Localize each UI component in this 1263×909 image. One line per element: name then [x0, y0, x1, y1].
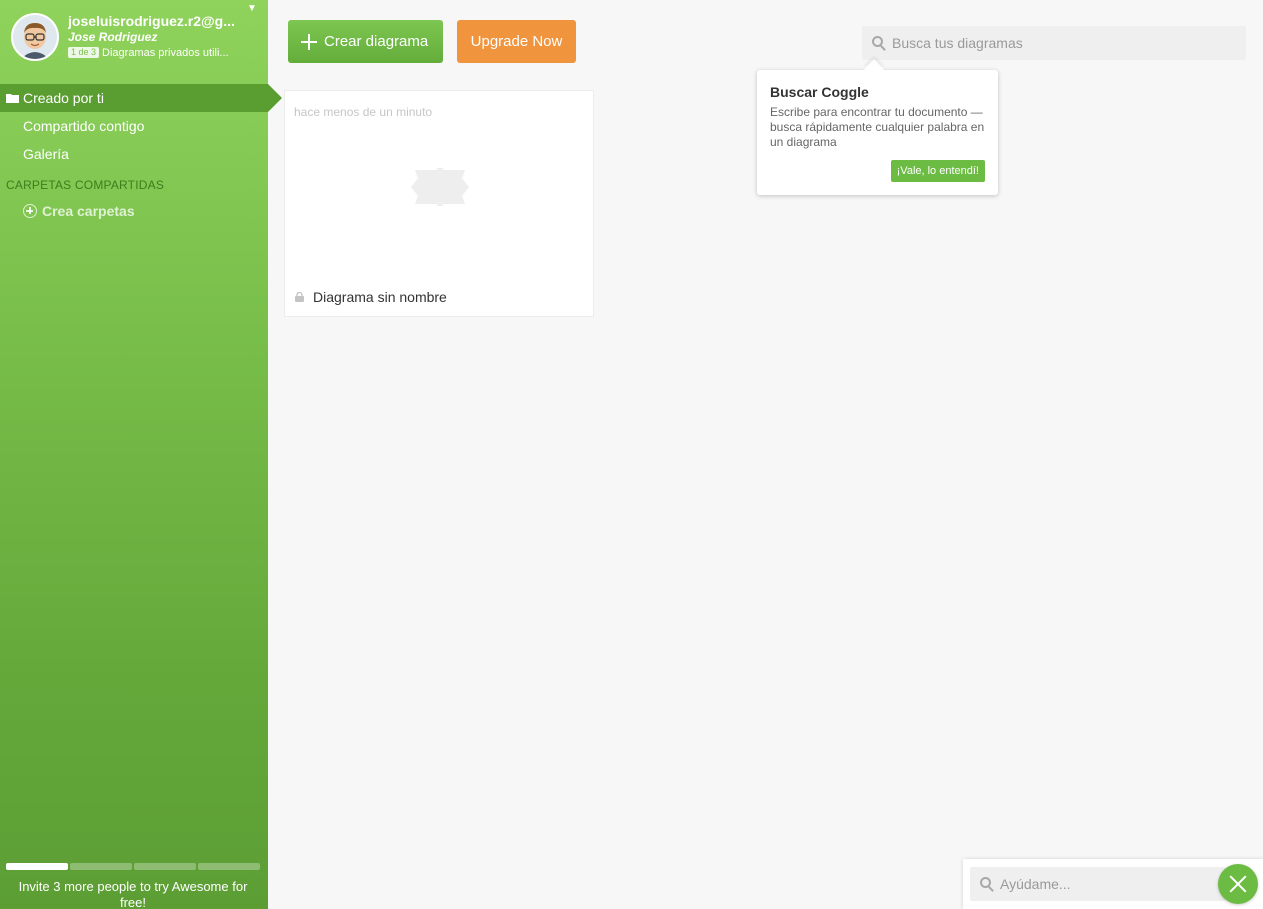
plus-icon [301, 34, 317, 50]
quota-badge: 1 de 3 [68, 47, 100, 58]
create-folders-label: Crea carpetas [42, 203, 135, 219]
help-widget [963, 859, 1263, 909]
nav-item-galeria[interactable]: Galería [0, 140, 268, 168]
tooltip-title: Buscar Coggle [770, 84, 869, 100]
progress-segment [6, 863, 68, 870]
create-diagram-button[interactable]: Crear diagrama [288, 20, 443, 63]
user-email: joseluisrodriguez.r2@g... [68, 13, 235, 29]
avatar-icon [11, 13, 59, 61]
diagram-title: Diagrama sin nombre [313, 289, 447, 305]
tooltip-dismiss-button[interactable]: ¡Vale, lo entendí! [890, 160, 985, 182]
caret-down-icon[interactable]: ▼ [247, 3, 257, 14]
nav-item-label: Compartido contigo [23, 118, 145, 134]
progress-segment [70, 863, 132, 870]
nav-item-compartido-contigo[interactable]: Compartido contigo [0, 112, 268, 140]
close-icon[interactable] [1218, 864, 1258, 904]
quota-text: Diagramas privados utili... [102, 47, 229, 59]
invite-message[interactable]: Invite 3 more people to try Awesome for … [10, 879, 256, 909]
progress-segment [134, 863, 196, 870]
nav-item-label: Creado por ti [23, 90, 104, 106]
sidebar: joseluisrodriguez.r2@g... Jose Rodriguez… [0, 0, 282, 909]
nav-item-creado-por-ti[interactable]: Creado por ti [0, 84, 282, 112]
private-diagrams-quota: 1 de 3 Diagramas privados utili... [68, 47, 248, 59]
search-input[interactable] [892, 26, 1232, 60]
lock-icon [295, 292, 304, 302]
invite-progress-bar [6, 863, 260, 870]
diagram-thumbnail-icon [411, 168, 469, 206]
search-icon [980, 877, 991, 888]
diagram-modified-time: hace menos de un minuto [294, 105, 433, 119]
shared-folders-heading: CARPETAS COMPARTIDAS [6, 178, 165, 192]
user-account-menu[interactable]: joseluisrodriguez.r2@g... Jose Rodriguez… [0, 0, 268, 84]
folder-icon [6, 94, 19, 103]
create-diagram-label: Crear diagrama [324, 33, 429, 50]
plus-circle-icon [23, 204, 37, 218]
search-icon [872, 36, 883, 47]
tooltip-body: Escribe para encontrar tu documento — bu… [770, 105, 985, 149]
progress-segment [198, 863, 260, 870]
help-search-box[interactable] [970, 867, 1226, 901]
upgrade-button[interactable]: Upgrade Now [457, 20, 576, 63]
user-name: Jose Rodriguez [68, 30, 158, 44]
create-folders-button[interactable]: Crea carpetas [23, 203, 135, 219]
diagram-card[interactable]: hace menos de un minuto Diagrama sin nom… [284, 90, 594, 317]
search-tooltip: Buscar Coggle Escribe para encontrar tu … [757, 70, 998, 195]
help-search-input[interactable] [1000, 867, 1220, 901]
nav-item-label: Galería [23, 146, 69, 162]
search-box[interactable] [862, 26, 1246, 60]
